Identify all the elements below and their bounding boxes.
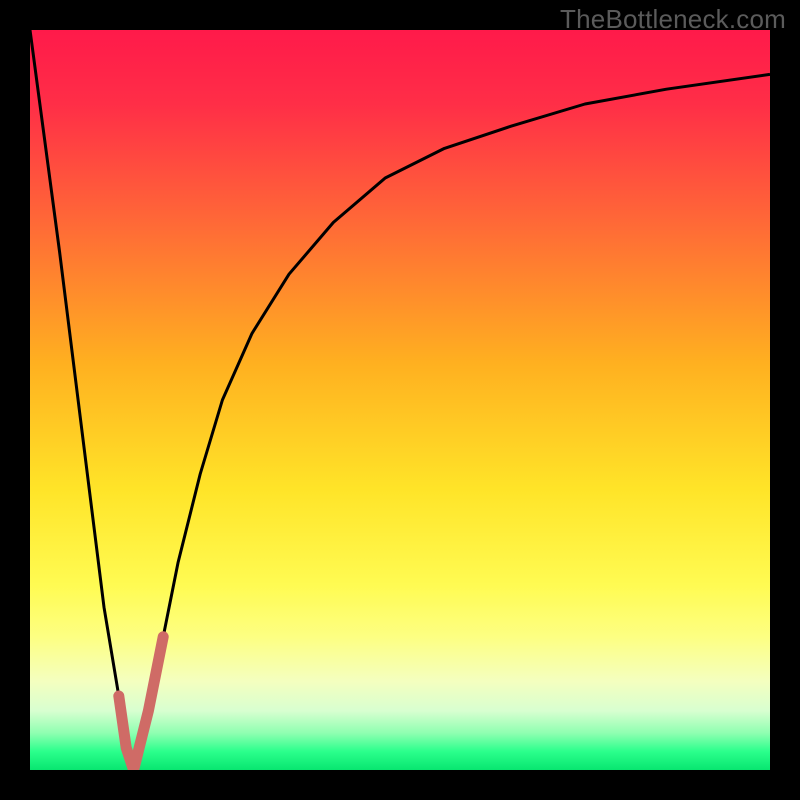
watermark-text: TheBottleneck.com	[560, 4, 786, 35]
chart-frame: TheBottleneck.com	[0, 0, 800, 800]
plot-area	[30, 30, 770, 770]
bottleneck-curve	[30, 30, 770, 770]
curves-layer	[30, 30, 770, 770]
accent-segment	[119, 637, 163, 770]
